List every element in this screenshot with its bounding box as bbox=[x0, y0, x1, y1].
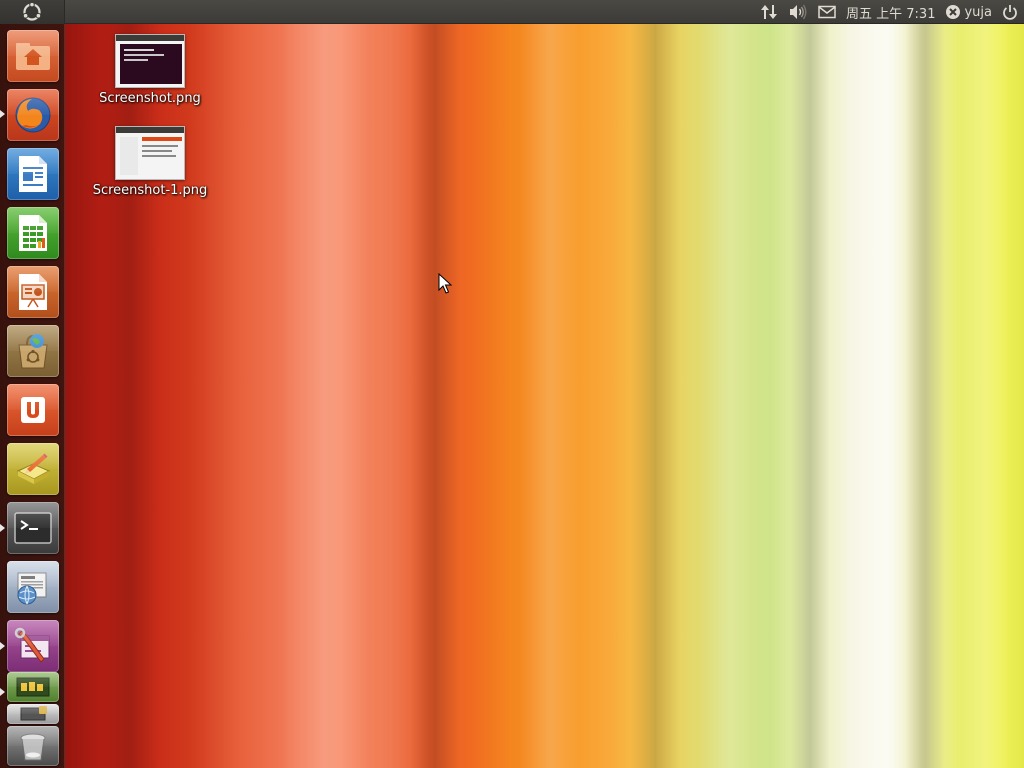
image-thumbnail-icon bbox=[115, 126, 185, 180]
ubuntu-one-icon bbox=[21, 397, 45, 423]
launcher-firefox[interactable] bbox=[7, 89, 59, 141]
launcher-home-folder[interactable] bbox=[7, 30, 59, 82]
desktop-file-label: Screenshot.png bbox=[99, 91, 201, 106]
launcher-system-monitor[interactable] bbox=[7, 672, 59, 702]
volume-icon bbox=[790, 4, 807, 20]
ubuntu-logo-icon bbox=[23, 3, 41, 21]
launcher-news-reader[interactable] bbox=[7, 561, 59, 613]
session-indicator[interactable] bbox=[1002, 0, 1018, 24]
power-icon bbox=[1003, 5, 1017, 20]
text-editor-icon bbox=[16, 453, 51, 484]
launcher-libreoffice-impress[interactable] bbox=[7, 266, 59, 318]
user-status-offline-icon bbox=[946, 5, 961, 19]
libreoffice-calc-icon bbox=[19, 215, 47, 251]
desktop-file-label: Screenshot-1.png bbox=[92, 183, 208, 198]
user-indicator[interactable]: yuja bbox=[945, 0, 992, 24]
ubuntu-software-center-icon bbox=[18, 334, 48, 369]
network-indicator[interactable] bbox=[760, 0, 778, 24]
system-monitor-icon bbox=[16, 677, 50, 697]
clock-indicator[interactable]: 周五 上午 7:31 bbox=[846, 0, 935, 24]
dash-home-button[interactable] bbox=[0, 0, 65, 24]
envelope-icon bbox=[818, 5, 836, 19]
news-reader-icon bbox=[17, 572, 47, 605]
user-name: yuja bbox=[964, 4, 992, 20]
workspace-switcher-icon bbox=[20, 706, 47, 721]
desktop-file-screenshot[interactable]: Screenshot.png bbox=[90, 34, 210, 106]
image-thumbnail-icon bbox=[115, 34, 185, 88]
system-settings-icon bbox=[14, 627, 50, 663]
desktop-wallpaper bbox=[0, 0, 1024, 768]
launcher-trash[interactable] bbox=[7, 726, 59, 766]
firefox-icon bbox=[15, 97, 51, 133]
launcher-text-editor[interactable] bbox=[7, 443, 59, 495]
launcher-workspace-switcher[interactable] bbox=[7, 704, 59, 724]
launcher-libreoffice-calc[interactable] bbox=[7, 207, 59, 259]
sound-indicator[interactable] bbox=[788, 0, 808, 24]
launcher-terminal[interactable] bbox=[7, 502, 59, 554]
desktop-file-screenshot-1[interactable]: Screenshot-1.png bbox=[90, 126, 210, 198]
launcher-software-center[interactable] bbox=[7, 325, 59, 377]
terminal-icon bbox=[14, 512, 52, 544]
libreoffice-writer-icon bbox=[19, 156, 47, 192]
top-panel: 周五 上午 7:31 yuja bbox=[0, 0, 1024, 24]
home-folder-icon bbox=[16, 43, 50, 70]
network-arrows-icon bbox=[761, 5, 778, 19]
messaging-indicator[interactable] bbox=[818, 0, 836, 24]
libreoffice-impress-icon bbox=[19, 274, 47, 310]
mouse-pointer-icon bbox=[438, 273, 452, 294]
trash-icon bbox=[20, 733, 46, 761]
launcher-ubuntu-one[interactable] bbox=[7, 384, 59, 436]
launcher bbox=[0, 24, 65, 768]
launcher-libreoffice-writer[interactable] bbox=[7, 148, 59, 200]
launcher-system-settings[interactable] bbox=[7, 620, 59, 672]
indicator-area: 周五 上午 7:31 yuja bbox=[760, 0, 1018, 24]
clock-text: 周五 上午 7:31 bbox=[846, 6, 936, 22]
